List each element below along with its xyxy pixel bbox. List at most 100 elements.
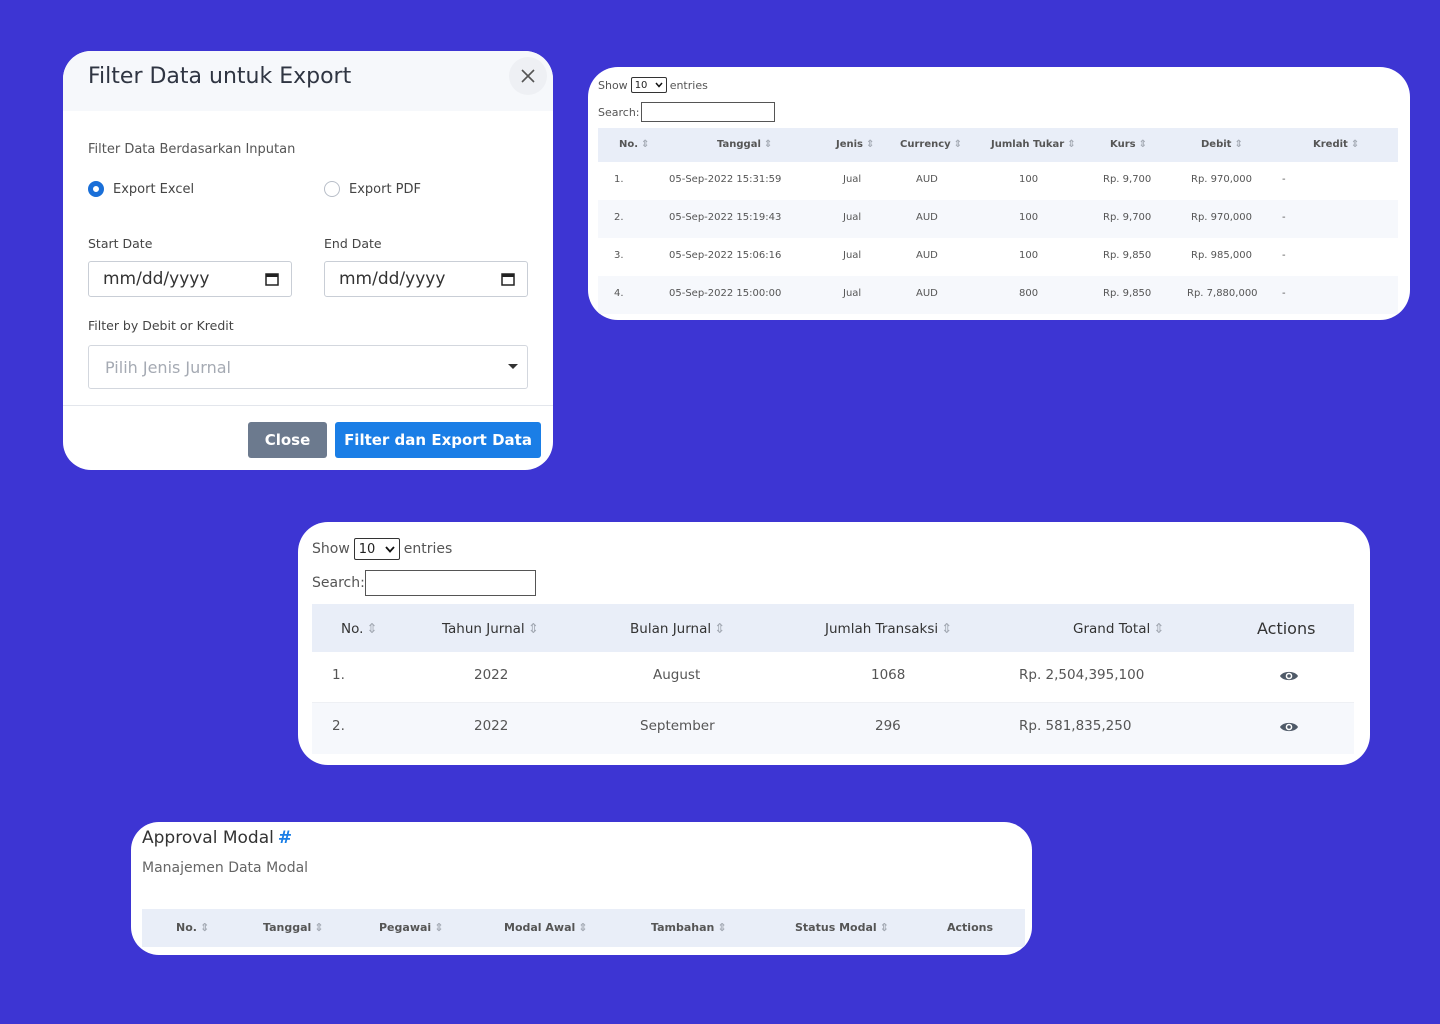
cell-jumlah: 800 [1019,288,1039,299]
table-row: 2. 05-Sep-2022 15:19:43 Jual AUD 100 Rp.… [598,200,1398,238]
cell-no: 2. [332,718,345,734]
export-pdf-label: Export PDF [349,181,422,197]
table-header: No. ⇕ Tanggal ⇕ Pegawai ⇕ Modal Awal ⇕ Tamba… [142,909,1025,947]
column-header[interactable]: Currency ⇕ [900,139,962,150]
column-header[interactable]: Bulan Jurnal ⇕ [630,621,725,637]
cell-grand-total: Rp. 581,835,250 [1019,718,1132,734]
cell-kurs: Rp. 9,850 [1103,250,1152,261]
column-header[interactable]: Kredit ⇕ [1313,139,1359,150]
cell-jumlah: 100 [1019,174,1039,185]
column-header[interactable]: Tahun Jurnal ⇕ [442,621,539,637]
end-date-value: mm/dd/yyyy [339,269,446,289]
cell-kredit: - [1282,212,1286,223]
cell-jenis: Jual [843,174,862,185]
start-date-label: Start Date [88,236,153,251]
modal-header: Filter Data untuk Export [63,51,553,111]
debit-kredit-label: Filter by Debit or Kredit [88,318,234,333]
cell-no: 1. [332,667,345,683]
column-header[interactable]: Kurs ⇕ [1110,139,1147,150]
cell-jumlah: 100 [1019,250,1039,261]
column-header[interactable]: Jenis ⇕ [836,139,874,150]
cell-jumlah: 100 [1019,212,1039,223]
jenis-jurnal-select[interactable]: Pilih Jenis Jurnal [88,345,528,389]
cell-no: 3. [614,250,624,261]
view-button[interactable] [1279,720,1299,738]
modal-close-button[interactable] [509,57,547,95]
column-header[interactable]: Tanggal ⇕ [717,139,772,150]
column-header[interactable]: No. ⇕ [619,139,649,150]
cell-tanggal: 05-Sep-2022 15:19:43 [669,212,782,223]
chevron-down-icon [385,545,395,553]
journal-summary-table-card: Show 10 entries Search: No. ⇕ Tahun Jurna… [298,522,1370,765]
select-placeholder: Pilih Jenis Jurnal [105,357,231,377]
radio-checked-icon [88,181,104,197]
sort-icon: ⇕ [1138,139,1147,150]
chevron-down-icon [655,82,663,88]
page-size-value: 10 [634,79,648,91]
end-date-input[interactable]: mm/dd/yyyy [324,261,528,297]
column-header[interactable]: Tambahan ⇕ [651,921,727,934]
cell-debit: Rp. 7,880,000 [1187,288,1258,299]
column-header[interactable]: Tanggal ⇕ [263,921,324,934]
approval-modal-card: Approval Modal # Manajemen Data Modal No.… [131,822,1032,955]
filter-export-button[interactable]: Filter dan Export Data [335,422,541,458]
cell-debit: Rp. 970,000 [1191,212,1253,223]
modal-footer-divider [63,405,553,406]
cell-bulan: September [640,718,715,734]
column-header[interactable]: Debit ⇕ [1201,139,1243,150]
cell-kurs: Rp. 9,850 [1103,288,1152,299]
cell-tanggal: 05-Sep-2022 15:00:00 [669,288,782,299]
sort-icon: ⇕ [527,621,539,637]
export-pdf-radio[interactable]: Export PDF [324,181,421,197]
column-header[interactable]: Jumlah Transaksi ⇕ [825,621,952,637]
transaction-table-card: Show 10 entries Search: No. ⇕ Tanggal ⇕ Je… [588,67,1410,320]
export-excel-radio[interactable]: Export Excel [88,181,194,197]
page-size-select[interactable]: 10 [630,77,667,93]
sort-icon: ⇕ [866,139,875,150]
cell-currency: AUD [916,250,938,261]
search-input[interactable] [364,570,536,596]
cell-jumlah-transaksi: 296 [875,718,901,734]
search-label: Search: [598,105,640,119]
table-row: 3. 05-Sep-2022 15:06:16 Jual AUD 100 Rp.… [598,238,1398,276]
caret-down-icon [508,364,518,369]
show-label: Show [312,541,350,557]
column-header[interactable]: No. ⇕ [176,921,209,934]
cell-kurs: Rp. 9,700 [1103,174,1152,185]
column-header[interactable]: Jumlah Tukar ⇕ [991,139,1076,150]
close-button[interactable]: Close [248,422,327,458]
length-control: Show 10 entries [312,538,452,560]
cell-kredit: - [1282,288,1286,299]
sort-icon: ⇕ [578,921,588,934]
sort-icon: ⇕ [199,921,210,934]
sort-icon: ⇕ [366,621,378,637]
start-date-value: mm/dd/yyyy [103,269,210,289]
page-size-select[interactable]: 10 [353,538,400,560]
cell-tanggal: 05-Sep-2022 15:31:59 [669,174,782,185]
cell-currency: AUD [916,288,938,299]
calendar-icon [501,273,515,286]
column-header[interactable]: Grand Total ⇕ [1073,621,1165,637]
search-input[interactable] [640,102,775,122]
sort-icon: ⇕ [941,621,953,637]
column-header[interactable]: Status Modal ⇕ [795,921,889,934]
filter-description: Filter Data Berdasarkan Inputan [88,142,296,157]
column-header[interactable]: Modal Awal ⇕ [504,921,588,934]
sort-icon: ⇕ [763,139,773,150]
sort-icon: ⇕ [1067,139,1076,150]
hash-link[interactable]: # [278,828,292,848]
cell-kredit: - [1282,174,1286,185]
page-title: Approval Modal # [142,828,292,848]
view-button[interactable] [1279,669,1299,687]
sort-icon: ⇕ [717,921,727,934]
sort-icon: ⇕ [714,621,726,637]
cell-currency: AUD [916,174,938,185]
cell-tahun: 2022 [474,718,509,734]
table-row: 1. 05-Sep-2022 15:31:59 Jual AUD 100 Rp.… [598,162,1398,200]
column-header[interactable]: Pegawai ⇕ [379,921,443,934]
end-date-label: End Date [324,236,382,251]
column-header[interactable]: No. ⇕ [341,621,378,637]
calendar-icon [265,273,279,286]
start-date-input[interactable]: mm/dd/yyyy [88,261,292,297]
cell-no: 4. [614,288,624,299]
